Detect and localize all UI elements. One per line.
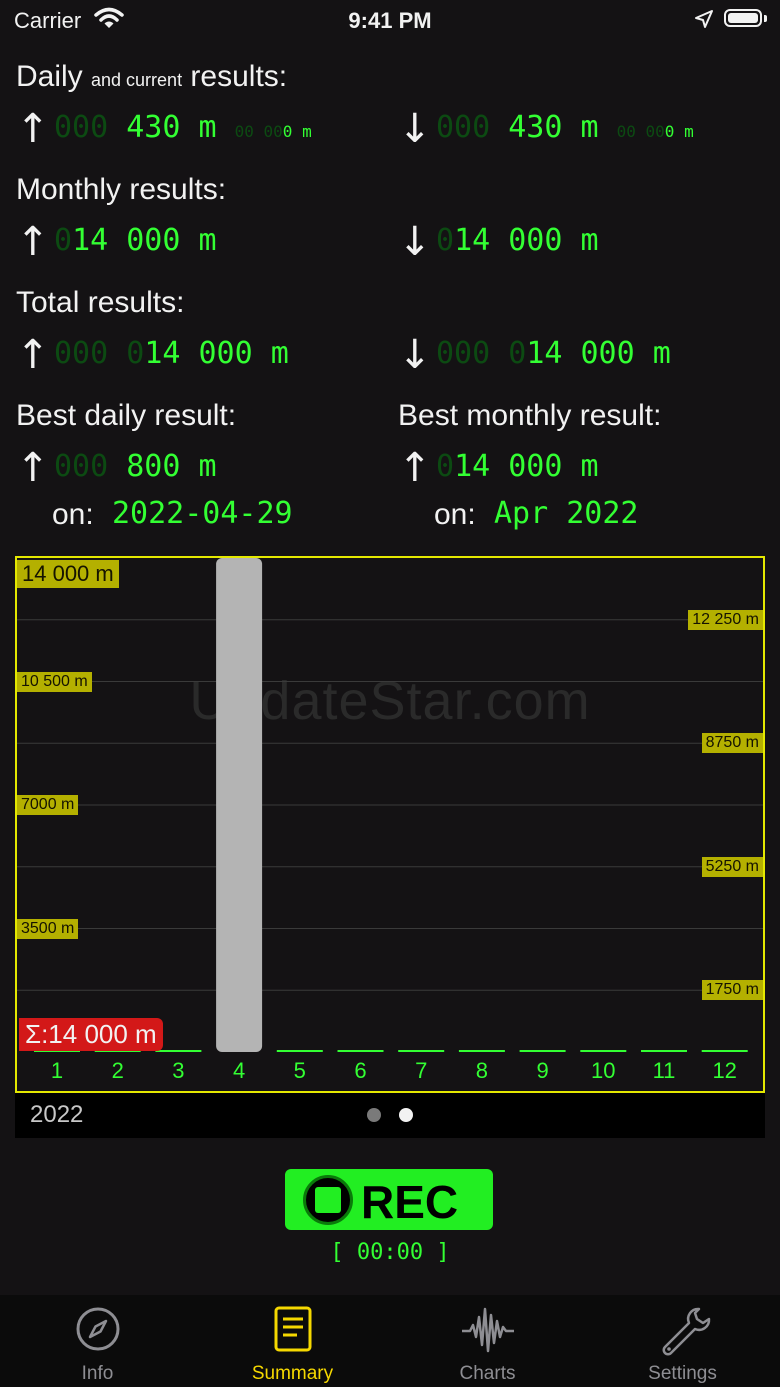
down-arrow-icon: ↓ xyxy=(398,106,432,152)
y-tick-label: 5250 m xyxy=(701,856,763,877)
battery-icon xyxy=(724,9,762,27)
down-arrow-icon: ↓ xyxy=(398,219,432,265)
x-tick-label: 2 xyxy=(111,1058,124,1083)
y-tick-label: 12 250 m xyxy=(688,609,763,630)
sum-badge: Σ:14 000 m xyxy=(19,1018,163,1051)
y-tick-label: 8750 m xyxy=(701,733,763,754)
tab-info[interactable]: Info xyxy=(0,1295,195,1387)
page-indicator-bar: 2022 xyxy=(15,1093,765,1138)
total-up-value: 000 014 000 m xyxy=(54,336,289,371)
year-label: 2022 xyxy=(30,1101,84,1128)
y-tick-label: 14 000 m xyxy=(17,560,119,588)
up-arrow-icon: ↑ xyxy=(398,445,432,491)
location-arrow-icon xyxy=(694,9,714,34)
tab-charts[interactable]: Charts xyxy=(390,1295,585,1387)
best-daily-date: 2022-04-29 xyxy=(112,496,293,531)
y-tick-label: 1750 m xyxy=(701,980,763,1001)
x-tick-label: 6 xyxy=(354,1058,367,1083)
monthly-up-value: 014 000 m xyxy=(54,223,217,258)
document-icon xyxy=(274,1306,312,1352)
up-arrow-icon: ↑ xyxy=(16,219,50,265)
best-monthly-date: Apr 2022 xyxy=(494,496,639,531)
x-tick-label: 4 xyxy=(232,1058,246,1083)
bar-4 xyxy=(216,558,263,1052)
x-tick-label: 11 xyxy=(652,1058,676,1083)
daily-down-value: 000 430 m 00 000 m xyxy=(436,110,694,145)
best-daily-value: 000 800 m xyxy=(54,449,217,484)
best-monthly-on-label: on: xyxy=(434,498,476,531)
record-timer: [ 00:00 ] xyxy=(330,1240,450,1265)
wrench-icon xyxy=(662,1307,711,1356)
monthly-bar-chart[interactable]: UpdateStar.com Σ:14 000 m 14 000 m 12 250… xyxy=(15,556,765,1093)
x-tick-label: 9 xyxy=(536,1058,549,1083)
total-results-heading: Total results: xyxy=(16,286,185,319)
x-tick-label: 3 xyxy=(172,1058,185,1083)
status-time: 9:41 PM xyxy=(348,8,432,33)
y-tick-label: 10 500 m xyxy=(17,671,92,692)
tab-settings[interactable]: Settings xyxy=(585,1295,780,1387)
y-tick-label: 3500 m xyxy=(17,918,79,939)
x-tick-label: 1 xyxy=(50,1058,64,1083)
page-dot-2[interactable] xyxy=(399,1108,413,1122)
best-daily-on-label: on: xyxy=(52,498,94,531)
tab-label: Charts xyxy=(459,1363,516,1384)
up-arrow-icon: ↑ xyxy=(16,106,50,152)
y-tick-label: 7000 m xyxy=(17,795,79,815)
monthly-results-heading: Monthly results: xyxy=(16,173,227,206)
down-arrow-icon: ↓ xyxy=(398,332,432,378)
monthly-down-value: 014 000 m xyxy=(436,223,599,258)
record-button[interactable]: REC xyxy=(285,1169,493,1230)
battery-tip xyxy=(764,15,767,22)
up-arrow-icon: ↑ xyxy=(16,332,50,378)
x-tick-label: 7 xyxy=(415,1058,428,1083)
daily-up-value: 000 430 m 00 000 m xyxy=(54,110,312,145)
best-monthly-value: 014 000 m xyxy=(436,449,599,484)
tab-bar: Info Summary Charts Settings xyxy=(0,1295,780,1387)
total-down-value: 000 014 000 m xyxy=(436,336,671,371)
record-button-label: REC xyxy=(361,1176,459,1228)
tab-summary[interactable]: Summary xyxy=(195,1295,390,1387)
waveform-icon xyxy=(462,1307,514,1353)
stop-icon xyxy=(303,1175,353,1225)
compass-icon xyxy=(76,1307,120,1351)
page-dot-1[interactable] xyxy=(367,1108,381,1122)
tab-label: Summary xyxy=(251,1363,334,1384)
tab-label: Settings xyxy=(648,1363,717,1384)
x-tick-label: 10 xyxy=(591,1058,616,1083)
up-arrow-icon: ↑ xyxy=(16,445,50,491)
x-tick-label: 5 xyxy=(293,1058,306,1083)
daily-results-heading: Daily and current results: xyxy=(16,60,288,93)
best-monthly-heading: Best monthly result: xyxy=(398,399,662,432)
status-bar: Carrier 9:41 PM xyxy=(0,0,780,40)
x-tick-label: 8 xyxy=(475,1058,489,1083)
tab-label: Info xyxy=(81,1363,114,1384)
chart-plot-area xyxy=(17,558,763,1052)
best-daily-heading: Best daily result: xyxy=(16,399,237,432)
x-tick-label: 12 xyxy=(712,1058,737,1083)
